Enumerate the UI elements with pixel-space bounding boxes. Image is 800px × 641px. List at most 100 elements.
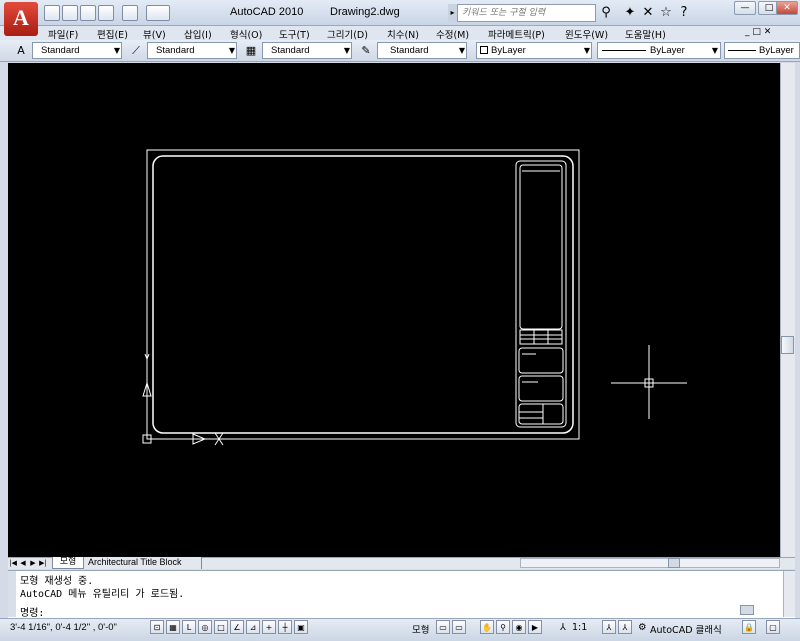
workspace-switch[interactable]: AutoCAD 클래식 bbox=[650, 622, 722, 636]
window-title: AutoCAD 2010 bbox=[230, 6, 304, 18]
vertical-scroll-thumb[interactable] bbox=[781, 336, 794, 354]
showmotion-icon[interactable]: ▶ bbox=[528, 620, 542, 634]
object-snap-tracking-icon[interactable]: ∠ bbox=[230, 620, 244, 634]
drawing-svg bbox=[142, 149, 687, 446]
next-tab-icon[interactable]: ▶ bbox=[29, 558, 37, 568]
steering-wheel-icon[interactable]: ◉ bbox=[512, 620, 526, 634]
dim-style-icon[interactable]: ⟋ bbox=[128, 42, 144, 59]
sheet-number-box bbox=[518, 403, 564, 425]
command-scrollbar[interactable] bbox=[783, 571, 795, 617]
pan-icon[interactable]: ✋ bbox=[480, 620, 494, 634]
object-snap-icon[interactable]: □ bbox=[214, 620, 228, 634]
command-window-grip[interactable] bbox=[8, 571, 16, 617]
revision-table bbox=[519, 329, 563, 345]
redo-icon[interactable] bbox=[122, 5, 138, 21]
autocad-logo: A bbox=[13, 5, 29, 30]
menu-file[interactable]: 파일(F) bbox=[48, 27, 78, 41]
clean-screen-icon[interactable]: ▢ bbox=[766, 620, 780, 634]
drawing-info-box bbox=[518, 375, 564, 402]
menu-dimension[interactable]: 치수(N) bbox=[387, 27, 419, 41]
document-title: Drawing2.dwg bbox=[330, 6, 400, 18]
chevron-down-icon[interactable]: ▼ bbox=[112, 42, 122, 59]
linetype-preview bbox=[602, 50, 646, 51]
search-input[interactable] bbox=[460, 4, 594, 22]
zoom-icon[interactable]: ⚲ bbox=[496, 620, 510, 634]
command-prompt[interactable]: 명령: bbox=[20, 604, 44, 619]
minimize-button[interactable]: — bbox=[734, 1, 756, 15]
chevron-down-icon[interactable]: ▼ bbox=[710, 42, 720, 59]
chevron-down-icon[interactable]: ▼ bbox=[227, 42, 237, 59]
tab-architectural-title-block[interactable]: Architectural Title Block bbox=[84, 557, 202, 569]
ortho-mode-icon[interactable]: L bbox=[182, 620, 196, 634]
menu-tools[interactable]: 도구(T) bbox=[279, 27, 310, 41]
workspace-gear-icon[interactable]: ⚙ bbox=[638, 622, 647, 633]
menu-format[interactable]: 형식(O) bbox=[230, 27, 262, 41]
menu-help[interactable]: 도움말(H) bbox=[625, 27, 666, 41]
mleader-style-icon[interactable]: ✎ bbox=[358, 42, 374, 59]
first-tab-icon[interactable]: |◀ bbox=[9, 558, 17, 568]
coordinate-readout[interactable]: 3'-4 1/16", 0'-4 1/2" , 0'-0" bbox=[10, 622, 117, 633]
horizontal-scrollbar[interactable] bbox=[520, 558, 780, 568]
communication-icon[interactable]: ✕ bbox=[640, 5, 656, 21]
favorites-star-icon[interactable]: ☆ bbox=[658, 5, 674, 21]
tab-model[interactable]: 모형 bbox=[52, 557, 84, 569]
menu-parametric[interactable]: 파라메트릭(P) bbox=[488, 27, 545, 41]
layout-view-icon[interactable]: ▭ bbox=[436, 620, 450, 634]
dynamic-ucs-icon[interactable]: ⊿ bbox=[246, 620, 260, 634]
toolbar-lock-icon[interactable]: 🔒 bbox=[742, 620, 756, 634]
annotation-scale[interactable]: 1:1 bbox=[572, 622, 587, 633]
menu-insert[interactable]: 삽입(I) bbox=[184, 27, 212, 41]
polar-tracking-icon[interactable]: ◎ bbox=[198, 620, 212, 634]
menu-edit[interactable]: 편집(E) bbox=[97, 27, 128, 41]
save-icon[interactable] bbox=[80, 5, 96, 21]
title-block-notes-panel bbox=[519, 164, 563, 330]
text-style-icon[interactable]: A bbox=[13, 42, 29, 59]
application-menu-button[interactable]: A bbox=[4, 2, 38, 36]
help-icon[interactable]: ? bbox=[676, 5, 692, 21]
auto-scale-icon[interactable]: ⅄ bbox=[618, 620, 632, 634]
subscription-icon[interactable]: ✦ bbox=[622, 5, 638, 21]
binoculars-icon[interactable]: ⚲ bbox=[598, 5, 614, 21]
left-border bbox=[0, 63, 8, 557]
table-style-select[interactable]: Standard bbox=[262, 42, 352, 59]
project-info-box bbox=[518, 347, 564, 374]
new-file-icon[interactable] bbox=[44, 5, 60, 21]
chevron-down-icon[interactable]: ▼ bbox=[457, 42, 467, 59]
color-select[interactable]: ByLayer bbox=[476, 42, 592, 59]
menu-window[interactable]: 윈도우(W) bbox=[565, 27, 608, 41]
command-scroll-thumb[interactable] bbox=[740, 605, 754, 615]
drawing-canvas[interactable] bbox=[8, 63, 780, 557]
grid-display-icon[interactable]: ▦ bbox=[166, 620, 180, 634]
vertical-scrollbar[interactable] bbox=[780, 63, 795, 557]
snap-mode-icon[interactable]: ⊡ bbox=[150, 620, 164, 634]
annotation-scale-icon[interactable]: ⅄ bbox=[560, 622, 566, 633]
open-file-icon[interactable] bbox=[62, 5, 78, 21]
quick-properties-icon[interactable]: ▣ bbox=[294, 620, 308, 634]
annotation-visibility-icon[interactable]: ⅄ bbox=[602, 620, 616, 634]
document-window-controls[interactable]: _ □ ✕ bbox=[745, 27, 771, 37]
chevron-down-icon[interactable]: ▼ bbox=[342, 42, 352, 59]
lineweight-preview bbox=[728, 50, 756, 51]
chevron-down-icon[interactable]: ▼ bbox=[582, 42, 592, 59]
menu-modify[interactable]: 수정(M) bbox=[436, 27, 469, 41]
command-history-line: AutoCAD 메뉴 유틸리티 가 로드됨. bbox=[20, 589, 185, 600]
title-block-frame bbox=[515, 160, 567, 428]
lineweight-icon[interactable]: ┼ bbox=[278, 620, 292, 634]
prev-tab-icon[interactable]: ◀ bbox=[19, 558, 27, 568]
horizontal-scroll-thumb[interactable] bbox=[668, 558, 680, 568]
menu-draw[interactable]: 그리기(D) bbox=[327, 27, 368, 41]
layout-view-icon[interactable]: ▭ bbox=[452, 620, 466, 634]
plot-icon[interactable] bbox=[146, 5, 170, 21]
model-space-button[interactable]: 모형 bbox=[412, 622, 429, 636]
undo-icon[interactable] bbox=[98, 5, 114, 21]
table-style-icon[interactable]: ▦ bbox=[243, 42, 259, 59]
close-button[interactable]: ✕ bbox=[776, 1, 798, 15]
menu-view[interactable]: 뷰(V) bbox=[143, 27, 166, 41]
dim-style-select[interactable]: Standard bbox=[147, 42, 237, 59]
dynamic-input-icon[interactable]: + bbox=[262, 620, 276, 634]
text-style-select[interactable]: Standard bbox=[32, 42, 122, 59]
sheet-inner-border bbox=[152, 155, 574, 434]
search-expand-icon[interactable]: ▸ bbox=[448, 4, 458, 22]
mleader-style-select[interactable]: Standard bbox=[377, 42, 467, 59]
last-tab-icon[interactable]: ▶| bbox=[39, 558, 47, 568]
